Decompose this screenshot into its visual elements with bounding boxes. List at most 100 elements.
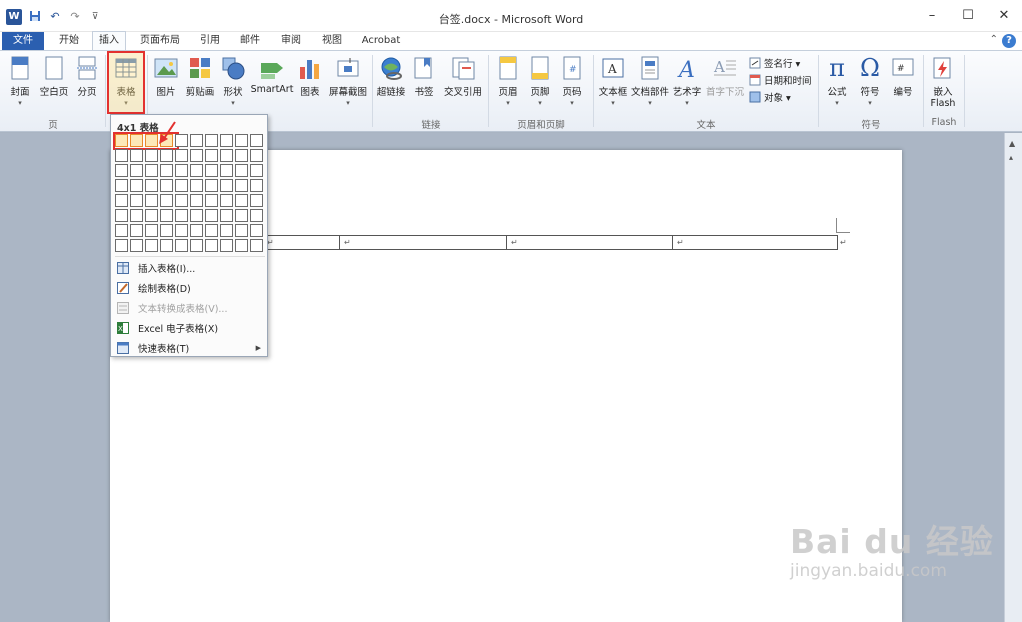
grid-cell[interactable] <box>235 224 248 237</box>
minimize-button[interactable]: – <box>914 4 950 28</box>
grid-cell[interactable] <box>115 149 128 162</box>
grid-cell[interactable] <box>205 164 218 177</box>
signature-line-button[interactable]: 签名行 ▾ <box>749 56 800 70</box>
embed-flash-button[interactable]: 嵌入 Flash <box>928 55 958 109</box>
grid-cell[interactable] <box>130 194 143 207</box>
grid-cell[interactable] <box>220 209 233 222</box>
grid-cell[interactable] <box>145 194 158 207</box>
grid-cell[interactable] <box>235 179 248 192</box>
grid-cell[interactable] <box>250 194 263 207</box>
grid-cell[interactable] <box>190 194 203 207</box>
minimize-ribbon-icon[interactable]: ⌃ <box>990 34 998 45</box>
screenshot-button[interactable]: 屏幕截图 ▾ <box>326 55 370 107</box>
grid-cell[interactable] <box>115 164 128 177</box>
object-button[interactable]: 对象 ▾ <box>749 90 791 104</box>
cover-page-button[interactable]: 封面 ▾ <box>6 55 34 107</box>
convert-text-to-table-item[interactable]: 文本转换成表格(V)... <box>117 299 265 317</box>
grid-cell[interactable] <box>190 224 203 237</box>
grid-cell[interactable] <box>130 164 143 177</box>
grid-cell[interactable] <box>160 179 173 192</box>
grid-cell[interactable] <box>145 179 158 192</box>
vertical-scrollbar[interactable]: ▲ ▴ <box>1004 133 1022 622</box>
grid-cell[interactable] <box>160 164 173 177</box>
tab-page-layout[interactable]: 页面布局 <box>134 32 186 50</box>
grid-cell[interactable] <box>130 209 143 222</box>
wordart-button[interactable]: A 艺术字 ▾ <box>671 55 703 107</box>
grid-cell[interactable] <box>220 134 233 147</box>
grid-cell[interactable] <box>250 179 263 192</box>
grid-cell[interactable] <box>130 149 143 162</box>
grid-cell[interactable] <box>115 179 128 192</box>
equation-button[interactable]: π 公式 ▾ <box>824 55 850 107</box>
grid-cell[interactable] <box>205 239 218 252</box>
maximize-button[interactable]: ☐ <box>950 4 986 28</box>
grid-cell[interactable] <box>205 149 218 162</box>
draw-table-item[interactable]: 绘制表格(D) <box>117 279 265 297</box>
grid-cell[interactable] <box>115 224 128 237</box>
date-time-button[interactable]: 日期和时间 <box>749 73 812 87</box>
grid-cell[interactable] <box>250 134 263 147</box>
grid-cell[interactable] <box>220 149 233 162</box>
grid-cell[interactable] <box>235 194 248 207</box>
drop-cap-button[interactable]: A 首字下沉 <box>704 55 746 98</box>
page-break-button[interactable]: 分页 <box>74 55 100 98</box>
grid-cell[interactable] <box>190 134 203 147</box>
grid-cell[interactable] <box>160 149 173 162</box>
grid-cell[interactable] <box>115 209 128 222</box>
grid-cell[interactable] <box>160 194 173 207</box>
grid-cell[interactable] <box>250 164 263 177</box>
tab-insert[interactable]: 插入 <box>92 31 126 50</box>
header-button[interactable]: 页眉 ▾ <box>494 55 522 107</box>
smartart-button[interactable]: SmartArt <box>250 55 294 95</box>
grid-cell[interactable] <box>175 224 188 237</box>
grid-cell[interactable] <box>190 164 203 177</box>
grid-cell[interactable] <box>160 209 173 222</box>
cross-reference-button[interactable]: 交叉引用 <box>441 55 485 98</box>
grid-cell[interactable] <box>190 209 203 222</box>
tab-mailings[interactable]: 邮件 <box>234 32 266 50</box>
grid-cell[interactable] <box>205 134 218 147</box>
tab-home[interactable]: 开始 <box>52 32 86 50</box>
grid-cell[interactable] <box>175 179 188 192</box>
footer-button[interactable]: 页脚 ▾ <box>526 55 554 107</box>
quick-tables-item[interactable]: 快速表格(T) ▶ <box>117 339 265 357</box>
grid-cell[interactable] <box>190 179 203 192</box>
grid-cell[interactable] <box>145 224 158 237</box>
table-cell[interactable]: ↵ <box>507 236 673 249</box>
grid-cell[interactable] <box>235 209 248 222</box>
grid-cell[interactable] <box>175 194 188 207</box>
grid-cell[interactable] <box>250 224 263 237</box>
grid-cell[interactable] <box>220 239 233 252</box>
numbering-button[interactable]: # 编号 <box>889 55 917 98</box>
text-box-button[interactable]: A 文本框 ▾ <box>597 55 629 107</box>
grid-cell[interactable] <box>145 149 158 162</box>
ruler-toggle-icon[interactable]: ▴ <box>1009 153 1013 162</box>
grid-cell[interactable] <box>205 209 218 222</box>
grid-cell[interactable] <box>235 134 248 147</box>
grid-cell[interactable] <box>250 209 263 222</box>
grid-cell[interactable] <box>115 239 128 252</box>
grid-cell[interactable] <box>145 209 158 222</box>
scroll-up-icon[interactable]: ▲ <box>1009 139 1015 148</box>
grid-cell[interactable] <box>145 164 158 177</box>
grid-cell[interactable] <box>175 149 188 162</box>
grid-cell[interactable] <box>205 194 218 207</box>
grid-cell[interactable] <box>130 179 143 192</box>
insert-table-item[interactable]: 插入表格(I)... <box>117 259 265 277</box>
tab-acrobat[interactable]: Acrobat <box>356 32 406 50</box>
table-cell[interactable]: ↵ <box>673 236 837 249</box>
grid-cell[interactable] <box>220 179 233 192</box>
bookmark-button[interactable]: 书签 <box>410 55 438 98</box>
close-button[interactable]: ✕ <box>986 4 1022 28</box>
grid-cell[interactable] <box>115 194 128 207</box>
grid-cell[interactable] <box>205 179 218 192</box>
tab-review[interactable]: 审阅 <box>274 32 308 50</box>
grid-cell[interactable] <box>130 134 143 147</box>
tab-references[interactable]: 引用 <box>194 32 226 50</box>
hyperlink-button[interactable]: 超链接 <box>376 55 406 98</box>
grid-cell[interactable] <box>145 239 158 252</box>
blank-page-button[interactable]: 空白页 <box>37 55 71 98</box>
grid-cell[interactable] <box>220 194 233 207</box>
document-table[interactable]: ↵ ↵ ↵ ↵ <box>262 235 838 250</box>
page-number-button[interactable]: # 页码 ▾ <box>558 55 586 107</box>
